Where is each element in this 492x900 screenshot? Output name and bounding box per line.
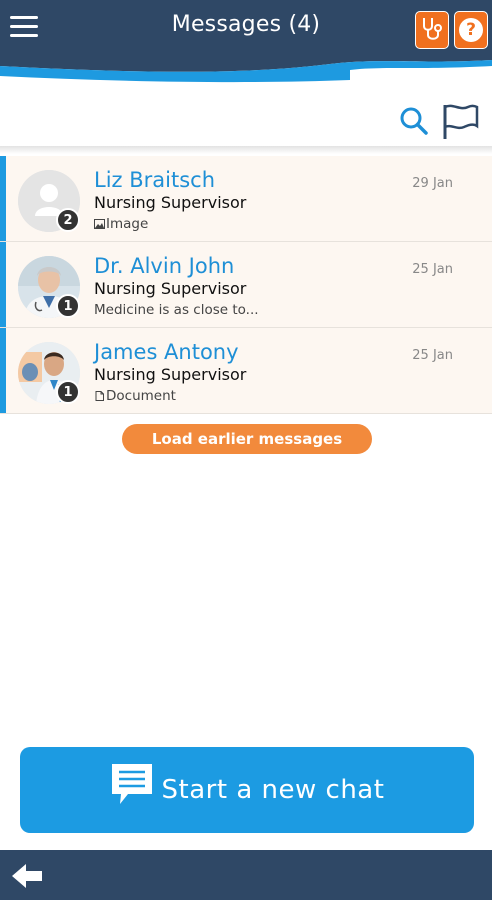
conversation-row[interactable]: 1 Dr. Alvin John Nursing Supervisor Medi… [0, 242, 492, 328]
message-date: 29 Jan [412, 176, 453, 191]
message-preview: Image [94, 216, 148, 232]
list-toolbar [0, 95, 492, 147]
chat-bubble-icon [111, 764, 152, 804]
start-new-chat-button[interactable]: Start a new chat [20, 747, 474, 833]
unread-count-badge: 2 [56, 208, 80, 232]
message-preview-text: Document [106, 388, 176, 404]
start-new-chat-label: Start a new chat [161, 775, 385, 805]
message-preview: Medicine is as close to... [94, 302, 259, 318]
contact-role: Nursing Supervisor [94, 193, 247, 212]
document-icon [95, 391, 104, 401]
contact-name: Liz Braitsch [94, 168, 216, 192]
search-icon[interactable] [398, 105, 430, 137]
message-date: 25 Jan [412, 262, 453, 277]
message-preview-text: Medicine is as close to... [94, 302, 259, 318]
unread-count-badge: 1 [56, 294, 80, 318]
conversation-list: 2 Liz Braitsch Nursing Supervisor Image … [0, 156, 492, 414]
stethoscope-icon [423, 18, 442, 40]
conversation-row[interactable]: 1 James Antony Nursing Supervisor Docume… [0, 328, 492, 414]
contact-name: James Antony [94, 340, 239, 364]
help-button[interactable]: ? [454, 11, 488, 49]
unread-count-badge: 1 [56, 380, 80, 404]
stethoscope-button[interactable] [415, 11, 449, 49]
conversation-row[interactable]: 2 Liz Braitsch Nursing Supervisor Image … [0, 156, 492, 242]
image-icon [94, 219, 105, 229]
flag-icon[interactable] [440, 101, 480, 141]
contact-role: Nursing Supervisor [94, 279, 247, 298]
toolbar-divider [0, 146, 492, 154]
load-earlier-messages-button[interactable]: Load earlier messages [122, 424, 372, 454]
message-date: 25 Jan [412, 348, 453, 363]
contact-role: Nursing Supervisor [94, 365, 247, 384]
message-preview-text: Image [106, 216, 149, 232]
help-icon: ? [459, 18, 483, 42]
app-header: Messages (4) ? [0, 0, 492, 90]
contact-name: Dr. Alvin John [94, 254, 235, 278]
message-preview: Document [94, 388, 176, 404]
bottom-navigation-bar [0, 850, 492, 900]
back-arrow-icon[interactable] [10, 862, 44, 890]
